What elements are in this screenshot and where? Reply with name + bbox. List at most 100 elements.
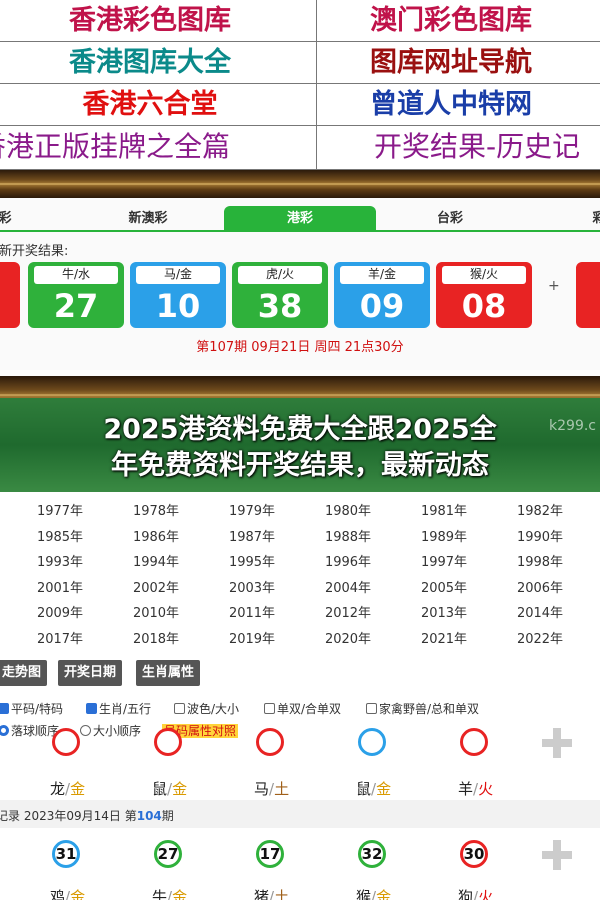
year-link[interactable]: 2013年: [396, 602, 492, 621]
result-ball: 马/金 10: [130, 262, 226, 328]
year-link[interactable]: 1977年: [12, 500, 108, 519]
year-grid: 1977年 1978年 1979年 1980年 1981年 1982年 1985年 1986年…: [0, 492, 600, 652]
checkbox-icon[interactable]: [174, 703, 185, 714]
year-link[interactable]: 2005年: [396, 577, 492, 596]
year-link[interactable]: 1981年: [396, 500, 492, 519]
year-link[interactable]: 1989年: [396, 526, 492, 545]
year-link[interactable]: 2020年: [300, 628, 396, 647]
ball-zodiac: 羊/金: [340, 266, 424, 284]
link-gallery-nav[interactable]: 图库网址导航: [301, 42, 600, 84]
tab-new-macau[interactable]: 新澳彩: [108, 206, 188, 232]
year-link[interactable]: 2012年: [300, 602, 396, 621]
year-link[interactable]: 1988年: [300, 526, 396, 545]
year-link[interactable]: 2014年: [492, 602, 588, 621]
year-link[interactable]: 1986年: [108, 526, 204, 545]
year-link[interactable]: 2019年: [204, 628, 300, 647]
history-ball: 31: [52, 840, 80, 868]
sort-draw-order[interactable]: 落球顺序: [0, 722, 59, 739]
ball-number: 27: [53, 287, 99, 325]
year-link[interactable]: 2018年: [108, 628, 204, 647]
year-link[interactable]: 1987年: [204, 526, 300, 545]
history-zodiac: 猪/土: [254, 888, 290, 900]
year-link[interactable]: 1985年: [12, 526, 108, 545]
ball-zodiac: 虎/火: [238, 266, 322, 284]
history-ball-partial: [358, 728, 386, 756]
links-row: 香港六合堂 曾道人中特网: [0, 84, 600, 126]
year-link[interactable]: 1990年: [492, 526, 588, 545]
draw-info: 第107期 09月21日 周四 21点30分: [196, 340, 404, 355]
latest-results-label: 最新开奖结果:: [0, 244, 69, 259]
banner-title: 2025港资料免费大全跟2025全 年免费资料开奖结果，最新动态: [0, 412, 600, 484]
year-link[interactable]: 1978年: [108, 500, 204, 519]
history-zodiac: 鼠/金: [356, 780, 392, 798]
year-link[interactable]: 2004年: [300, 577, 396, 596]
year-link[interactable]: 1996年: [300, 551, 396, 570]
year-link[interactable]: 1982年: [492, 500, 588, 519]
special-ball-partial: [576, 262, 600, 328]
year-link[interactable]: 2017年: [12, 628, 108, 647]
history-ball-partial: [460, 728, 488, 756]
year-link[interactable]: 2009年: [12, 602, 108, 621]
zodiac-attr-button[interactable]: 生肖属性: [136, 660, 201, 686]
history-ball-partial: [154, 728, 182, 756]
checkbox-icon[interactable]: [264, 703, 275, 714]
year-link[interactable]: 1998年: [492, 551, 588, 570]
checkbox-icon[interactable]: [86, 703, 97, 714]
radio-icon[interactable]: [0, 725, 9, 736]
year-link[interactable]: 2003年: [204, 577, 300, 596]
trend-chart-button[interactable]: 走势图: [0, 660, 48, 686]
year-link[interactable]: 2010年: [108, 602, 204, 621]
year-link[interactable]: 1993年: [12, 551, 108, 570]
history-zodiac: 鸡/金: [50, 888, 86, 900]
link-hk-color-gallery[interactable]: 香港彩色图库: [0, 0, 300, 42]
ball-number: 08: [461, 287, 507, 325]
year-link[interactable]: 2001年: [12, 577, 108, 596]
year-link[interactable]: 2022年: [492, 628, 588, 647]
filter-flat-special[interactable]: 平码/特码: [0, 700, 63, 717]
tab-partial-right[interactable]: 彩: [584, 206, 600, 232]
result-ball: 牛/水 27: [28, 262, 124, 328]
result-ball: 虎/火 38: [232, 262, 328, 328]
checkbox-icon[interactable]: [0, 703, 9, 714]
tab-partial-left[interactable]: 彩: [0, 206, 20, 232]
year-link[interactable]: 2011年: [204, 602, 300, 621]
sort-size-order[interactable]: 大小顺序: [80, 722, 141, 739]
result-ball-partial: [0, 262, 20, 328]
page: 香港彩色图库 澳门彩色图库 香港图库大全 图库网址导航 香港六合堂 曾道人中特网…: [0, 0, 600, 900]
year-link[interactable]: 2006年: [492, 577, 588, 596]
radio-icon[interactable]: [80, 725, 91, 736]
year-link[interactable]: 2021年: [396, 628, 492, 647]
draw-date-button[interactable]: 开奖日期: [58, 660, 123, 686]
year-link[interactable]: 1979年: [204, 500, 300, 519]
plus-sign: +: [548, 278, 560, 294]
filter-wave-size[interactable]: 波色/大小: [174, 700, 239, 717]
history-zodiac: 羊/火: [458, 780, 494, 798]
link-hk-gallery-all[interactable]: 香港图库大全: [0, 42, 300, 84]
year-link[interactable]: 1994年: [108, 551, 204, 570]
plus-icon: [542, 840, 572, 870]
year-link[interactable]: 1995年: [204, 551, 300, 570]
year-link[interactable]: 2002年: [108, 577, 204, 596]
site-links-grid: 香港彩色图库 澳门彩色图库 香港图库大全 图库网址导航 香港六合堂 曾道人中特网…: [0, 0, 600, 170]
year-link[interactable]: 1980年: [300, 500, 396, 519]
link-zengdaoren[interactable]: 曾道人中特网: [301, 84, 600, 126]
filter-zodiac-element[interactable]: 生肖/五行: [86, 700, 151, 717]
results-panel: 彩 新澳彩 港彩 台彩 彩 最新开奖结果: 牛/水 27 马/金 10 虎/火 …: [0, 198, 600, 370]
link-results-history[interactable]: 开奖结果-历史记: [374, 126, 600, 168]
checkbox-icon[interactable]: [366, 703, 377, 714]
result-ball: 羊/金 09: [334, 262, 430, 328]
link-hk-liuhetang[interactable]: 香港六合堂: [0, 84, 300, 126]
year-link[interactable]: 1997年: [396, 551, 492, 570]
filter-odd-even[interactable]: 单双/合单双: [264, 700, 341, 717]
filter-poultry-beast[interactable]: 家禽野兽/总和单双: [366, 700, 479, 717]
link-hk-genuine[interactable]: 香港正版挂牌之全篇: [0, 126, 308, 168]
ball-zodiac: 牛/水: [34, 266, 118, 284]
result-ball: 猴/火 08: [436, 262, 532, 328]
link-macau-color-gallery[interactable]: 澳门彩色图库: [301, 0, 600, 42]
draw-history: 记录 2023年09月14日 第104期 龙/金 鼠/金 马/土 鼠/金 羊/火 31 27…: [0, 728, 600, 900]
tab-hk[interactable]: 港彩: [224, 206, 376, 232]
ball-number: 10: [155, 287, 201, 325]
history-ball-partial: [52, 728, 80, 756]
tabs-underline: [0, 230, 600, 232]
tab-taiwan[interactable]: 台彩: [420, 206, 480, 232]
